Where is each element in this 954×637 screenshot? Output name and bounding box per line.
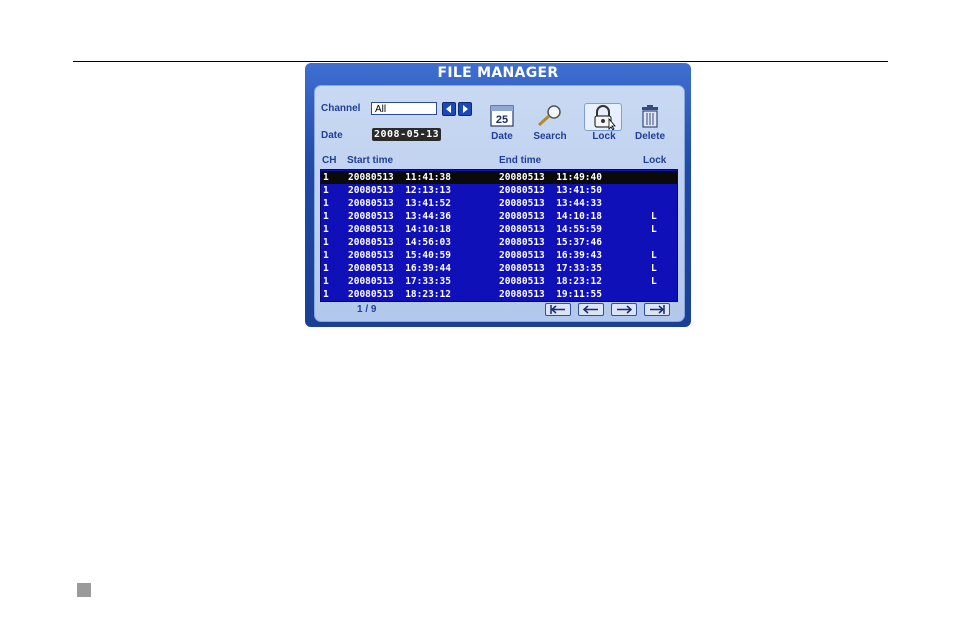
cell-end: 20080513 18:23:12 [499, 276, 602, 287]
cell-start: 20080513 17:33:35 [348, 276, 451, 287]
calendar-icon: 25 [488, 103, 516, 129]
cell-start: 20080513 18:23:12 [348, 289, 451, 300]
table-row[interactable]: 1 20080513 18:23:12 20080513 19:11:55 [321, 288, 677, 301]
cell-end: 20080513 14:10:18 [499, 211, 602, 222]
cell-end: 20080513 13:44:33 [499, 198, 602, 209]
cell-lock: L [651, 276, 657, 287]
table-row[interactable]: 1 20080513 12:13:13 20080513 13:41:50 [321, 184, 677, 197]
cell-start: 20080513 13:44:36 [348, 211, 451, 222]
channel-select[interactable]: All [371, 102, 437, 115]
cell-start: 20080513 12:13:13 [348, 185, 451, 196]
table-row[interactable]: 1 20080513 11:41:38 20080513 11:49:40 [321, 171, 677, 184]
table-row[interactable]: 1 20080513 17:33:35 20080513 18:23:12 L [321, 275, 677, 288]
cell-ch: 1 [323, 211, 329, 222]
search-tool-button[interactable]: Search [528, 101, 572, 147]
cell-ch: 1 [323, 224, 329, 235]
cell-ch: 1 [323, 289, 329, 300]
delete-tool-label: Delete [634, 131, 665, 142]
cell-ch: 1 [323, 185, 329, 196]
footer-marker [77, 583, 91, 597]
first-page-button[interactable] [545, 303, 571, 316]
cell-lock: L [651, 211, 657, 222]
window-title: FILE MANAGER [437, 65, 559, 81]
arrow-left-icon [582, 305, 598, 314]
next-page-button[interactable] [611, 303, 637, 316]
date-tool-button[interactable]: 25 Date [480, 101, 524, 147]
cell-end: 20080513 14:55:59 [499, 224, 602, 235]
file-manager-window: FILE MANAGER Channel All Date 2008-05-13… [305, 63, 691, 327]
date-label: Date [321, 130, 343, 141]
cell-start: 20080513 11:41:38 [348, 172, 451, 183]
prev-page-button[interactable] [578, 303, 604, 316]
trash-icon [636, 103, 664, 129]
table-row[interactable]: 1 20080513 16:39:44 20080513 17:33:35 L [321, 262, 677, 275]
triangle-left-icon [446, 105, 451, 113]
arrow-right-icon [617, 305, 633, 314]
file-list: 1 20080513 11:41:38 20080513 11:49:40 1 … [320, 169, 678, 302]
cell-end: 20080513 19:11:55 [499, 289, 602, 300]
date-value[interactable]: 2008-05-13 [372, 128, 442, 141]
cell-start: 20080513 14:10:18 [348, 224, 451, 235]
padlock-icon [584, 103, 622, 131]
cell-lock: L [651, 250, 657, 261]
cell-start: 20080513 15:40:59 [348, 250, 451, 261]
cell-ch: 1 [323, 263, 329, 274]
page-indicator: 1 / 9 [357, 304, 377, 315]
channel-label: Channel [321, 103, 361, 114]
cell-start: 20080513 13:41:52 [348, 198, 451, 209]
table-row[interactable]: 1 20080513 13:44:36 20080513 14:10:18 L [321, 210, 677, 223]
search-tool-label: Search [533, 131, 567, 142]
table-row[interactable]: 1 20080513 13:41:52 20080513 13:44:33 [321, 197, 677, 210]
magnifier-icon [536, 103, 564, 129]
calendar-day: 25 [496, 114, 508, 126]
cell-ch: 1 [323, 250, 329, 261]
col-header-ch: CH [322, 155, 337, 166]
cell-ch: 1 [323, 276, 329, 287]
channel-prev-button[interactable] [442, 102, 456, 116]
cell-end: 20080513 11:49:40 [499, 172, 602, 183]
top-rule [73, 61, 888, 62]
cell-start: 20080513 16:39:44 [348, 263, 451, 274]
cell-end: 20080513 16:39:43 [499, 250, 602, 261]
cell-lock: L [651, 263, 657, 274]
cell-start: 20080513 14:56:03 [348, 237, 451, 248]
cell-ch: 1 [323, 172, 329, 183]
col-header-end: End time [499, 155, 542, 166]
table-row[interactable]: 1 20080513 14:56:03 20080513 15:37:46 [321, 236, 677, 249]
cell-end: 20080513 17:33:35 [499, 263, 602, 274]
date-tool-label: Date [491, 131, 513, 142]
channel-next-button[interactable] [458, 102, 472, 116]
cell-end: 20080513 15:37:46 [499, 237, 602, 248]
last-page-button[interactable] [644, 303, 670, 316]
col-header-lock: Lock [643, 155, 667, 166]
lock-tool-button[interactable]: Lock [582, 101, 626, 147]
cell-end: 20080513 13:41:50 [499, 185, 602, 196]
col-header-start: Start time [347, 155, 394, 166]
delete-tool-button[interactable]: Delete [628, 101, 672, 147]
lock-tool-label: Lock [592, 131, 616, 142]
cell-ch: 1 [323, 237, 329, 248]
triangle-right-icon [463, 105, 468, 113]
last-page-icon [650, 305, 665, 314]
table-row[interactable]: 1 20080513 15:40:59 20080513 16:39:43 L [321, 249, 677, 262]
cell-ch: 1 [323, 198, 329, 209]
first-page-icon [550, 305, 565, 314]
table-row[interactable]: 1 20080513 14:10:18 20080513 14:55:59 L [321, 223, 677, 236]
cell-lock: L [651, 224, 657, 235]
